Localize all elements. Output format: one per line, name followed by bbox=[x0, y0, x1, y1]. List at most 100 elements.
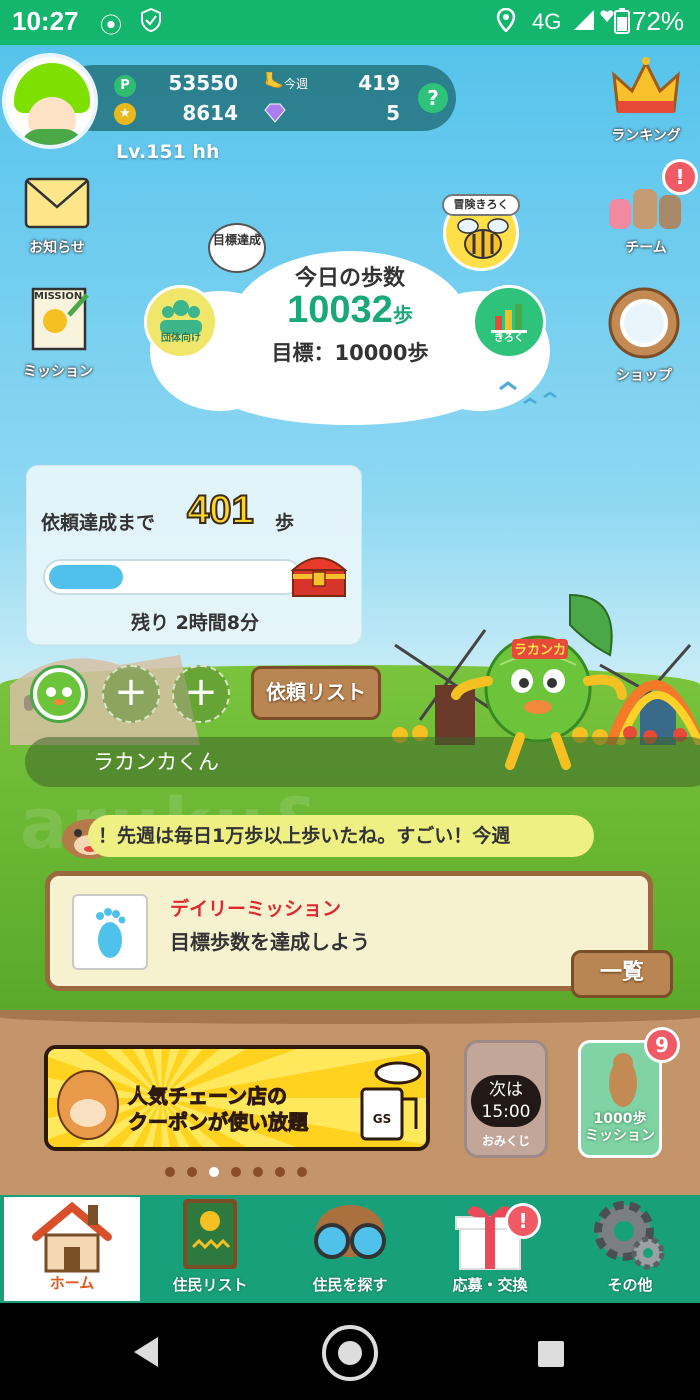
slot-empty-1[interactable]: + bbox=[102, 665, 160, 723]
goal-achieved-badge: 目標達成 bbox=[208, 223, 266, 273]
status-time: 10:27 bbox=[12, 6, 79, 36]
request-remaining-steps: 401 bbox=[186, 487, 255, 533]
nav-apply[interactable]: 応募・交換 bbox=[420, 1195, 560, 1303]
nav-apply-label: 応募・交換 bbox=[452, 1276, 528, 1294]
location-icon bbox=[496, 7, 516, 38]
banner-text: 人気チェーン店の クーポンが使い放題 bbox=[128, 1083, 309, 1135]
avatar[interactable] bbox=[2, 53, 98, 149]
treasure-chest-icon bbox=[290, 557, 348, 597]
melon-character-icon bbox=[37, 672, 81, 716]
carousel-dot[interactable] bbox=[187, 1167, 197, 1177]
nav-home[interactable]: ホーム bbox=[4, 1197, 140, 1301]
bee-icon bbox=[457, 218, 509, 259]
game-scene: aruku& P 53550 🦶 今週 419 ★ 8614 5 bbox=[0, 45, 700, 1195]
group-label: 団体向け bbox=[161, 333, 201, 344]
request-unit: 歩 bbox=[275, 512, 295, 534]
battery-percent: 72% bbox=[632, 6, 685, 36]
footprint-icon: 🦶 bbox=[264, 71, 284, 90]
steps-goal: 目標：10000歩 bbox=[271, 341, 429, 365]
nav-home-label: ホーム bbox=[49, 1274, 95, 1292]
request-progress-fill bbox=[49, 565, 123, 589]
apply-alert-badge: ! bbox=[505, 1203, 541, 1239]
home-circle-icon[interactable] bbox=[320, 1323, 380, 1383]
bottom-nav: ホーム 住民リスト 住民を探す 応募・交換 ! その他 bbox=[0, 1195, 700, 1303]
otter-mascot-icon bbox=[57, 1070, 119, 1140]
mission-1000-label: 1000歩 ミッション bbox=[581, 1111, 659, 1145]
shop-label: ショップ bbox=[616, 368, 672, 384]
help-button[interactable]: ? bbox=[418, 83, 448, 113]
notice-button[interactable]: お知らせ bbox=[20, 177, 94, 257]
record-button[interactable]: きろく bbox=[472, 285, 546, 359]
status-bar: 10:27 ⦿ 4G 72% bbox=[0, 0, 700, 45]
rakanka-character[interactable]: ラカンカ bbox=[450, 585, 640, 775]
week-steps-value: 419 bbox=[358, 71, 400, 95]
slot-empty-2[interactable]: + bbox=[172, 665, 230, 723]
mission-1000-line-1: 1000歩 bbox=[593, 1111, 647, 1127]
coins-value: 8614 bbox=[182, 101, 238, 125]
nav-other-label: その他 bbox=[607, 1276, 653, 1294]
mission-1000-line-2: ミッション bbox=[585, 1128, 655, 1144]
carousel-dot-active[interactable] bbox=[209, 1167, 219, 1177]
footprint-icon bbox=[96, 908, 126, 958]
coin-icon: ★ bbox=[114, 103, 136, 125]
omikuji-timer: 次は 15:00 bbox=[471, 1075, 541, 1127]
back-icon[interactable] bbox=[130, 1335, 162, 1369]
ranking-button[interactable]: ランキング bbox=[604, 55, 688, 145]
binoculars-icon bbox=[314, 1205, 386, 1259]
carousel-dot[interactable] bbox=[275, 1167, 285, 1177]
nav-other[interactable]: その他 bbox=[560, 1195, 700, 1303]
daily-mission-title: デイリーミッション bbox=[170, 898, 342, 920]
nav-search[interactable]: 住民を探す bbox=[280, 1195, 420, 1303]
nav-residents-label: 住民リスト bbox=[172, 1276, 248, 1294]
gems-value: 5 bbox=[386, 101, 400, 125]
team-alert-badge: ! bbox=[662, 159, 698, 195]
carousel-dot[interactable] bbox=[297, 1167, 307, 1177]
notice-label: お知らせ bbox=[29, 240, 85, 256]
adventure-record-label: 冒険きろく bbox=[442, 194, 520, 216]
points-value: 53550 bbox=[168, 71, 238, 95]
character-sign-text: ラカンカ bbox=[514, 643, 566, 658]
slot-character[interactable] bbox=[30, 665, 88, 723]
birds-decoration bbox=[499, 381, 557, 405]
steps-unit: 歩 bbox=[392, 305, 413, 327]
omikuji-label: おみくじ bbox=[481, 1134, 530, 1148]
recents-icon[interactable] bbox=[536, 1339, 566, 1369]
heart-icon bbox=[600, 4, 614, 29]
request-panel: 依頼達成まで 401 歩 残り 2時間8分 bbox=[26, 465, 362, 645]
gas-label: GS bbox=[373, 1112, 392, 1126]
battery-icon bbox=[614, 8, 630, 40]
week-label: 今週 bbox=[284, 77, 309, 91]
request-time-left: 残り 2時間8分 bbox=[130, 612, 260, 634]
data-saver-icon: ⦿ bbox=[100, 14, 123, 39]
chat-message: ！先週は毎日1万歩以上歩いたね。すごい！今週 bbox=[88, 815, 594, 857]
steps-value: 10032歩 bbox=[0, 289, 700, 332]
envelope-icon bbox=[24, 177, 90, 229]
record-label: きろく bbox=[494, 333, 524, 344]
steps-title: 今日の歩数 bbox=[294, 266, 405, 291]
banner-line-2: クーポンが使い放題 bbox=[128, 1110, 309, 1135]
signal-icon bbox=[572, 8, 596, 38]
level-label: Lv.151 hh bbox=[116, 141, 220, 163]
request-list-button[interactable]: 依頼リスト bbox=[251, 666, 381, 720]
omikuji-button[interactable]: 次は 15:00 おみくじ bbox=[464, 1040, 548, 1158]
ranking-label: ランキング bbox=[611, 128, 681, 144]
mission-1000-badge: 9 bbox=[644, 1027, 680, 1063]
daily-mission-card[interactable]: デイリーミッション 目標歩数を達成しよう bbox=[45, 871, 653, 991]
shield-icon bbox=[140, 7, 162, 38]
request-label: 依頼達成まで bbox=[41, 512, 156, 534]
group-button[interactable]: 団体向け bbox=[144, 285, 218, 359]
resident-book-icon bbox=[183, 1199, 237, 1269]
nav-residents[interactable]: 住民リスト bbox=[140, 1195, 280, 1303]
nav-search-label: 住民を探す bbox=[312, 1276, 388, 1294]
coupon-banner[interactable]: 人気チェーン店の クーポンが使い放題 GS bbox=[44, 1045, 430, 1151]
omikuji-next: 次は bbox=[489, 1080, 523, 1100]
omikuji-time: 15:00 bbox=[481, 1102, 531, 1122]
system-nav-bar bbox=[0, 1303, 700, 1400]
profile-stats-bar[interactable]: P 53550 🦶 今週 419 ★ 8614 5 bbox=[60, 65, 456, 131]
gem-icon bbox=[264, 103, 286, 123]
carousel-dot[interactable] bbox=[231, 1167, 241, 1177]
mission-list-button[interactable]: 一覧 bbox=[571, 950, 673, 998]
carousel-dot[interactable] bbox=[165, 1167, 175, 1177]
gear-icon bbox=[594, 1201, 665, 1270]
carousel-dot[interactable] bbox=[253, 1167, 263, 1177]
